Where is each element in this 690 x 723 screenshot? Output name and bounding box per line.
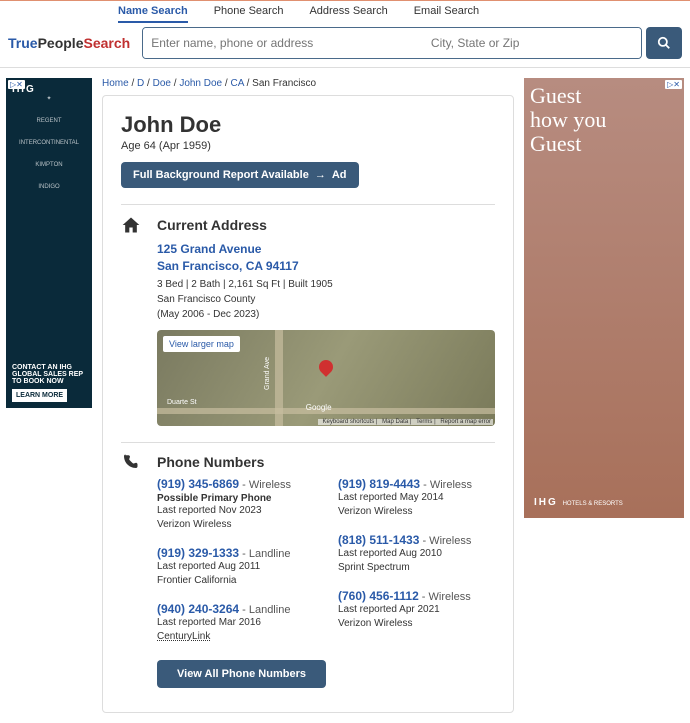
site-logo[interactable]: TruePeopleSearch <box>8 35 130 51</box>
phone-item: (919) 345-6869 - Wireless Possible Prima… <box>157 477 314 532</box>
search-input-term[interactable] <box>143 28 422 58</box>
phone-item: (940) 240-3264 - Landline Last reported … <box>157 602 314 644</box>
phone-item: (818) 511-1433 - Wireless Last reported … <box>338 533 495 575</box>
adchoices-icon[interactable]: ▷✕ <box>665 80 682 89</box>
person-card: John Doe Age 64 (Apr 1959) Full Backgrou… <box>102 95 514 713</box>
breadcrumb: Home / D / Doe / John Doe / CA / San Fra… <box>102 78 514 89</box>
tab-phone-search[interactable]: Phone Search <box>214 1 284 23</box>
adchoices-icon[interactable]: ▷✕ <box>8 80 25 89</box>
ad-right[interactable]: ▷✕ Guest how you Guest IHG HOTELS & RESO… <box>524 78 684 518</box>
tab-email-search[interactable]: Email Search <box>414 1 479 23</box>
view-all-phones-button[interactable]: View All Phone Numbers <box>157 660 326 688</box>
phone-item: (919) 819-4443 - Wireless Last reported … <box>338 477 495 519</box>
person-age: Age 64 (Apr 1959) <box>121 140 495 152</box>
phone-item: (919) 329-1333 - Landline Last reported … <box>157 546 314 588</box>
phone-item: (760) 456-1112 - Wireless Last reported … <box>338 589 495 631</box>
search-button[interactable] <box>646 27 682 59</box>
address-line1[interactable]: 125 Grand Avenue <box>157 241 495 258</box>
section-title-phones: Phone Numbers <box>157 454 264 470</box>
address-line2[interactable]: San Francisco, CA 94117 <box>157 258 495 275</box>
background-report-button[interactable]: Full Background Report Available → Ad <box>121 162 359 188</box>
person-name: John Doe <box>121 112 495 138</box>
search-icon <box>657 36 671 50</box>
search-tabs: Name Search Phone Search Address Search … <box>0 1 690 23</box>
map-embed[interactable]: Grand Ave Duarte St View larger map Goog… <box>157 330 495 426</box>
tab-name-search[interactable]: Name Search <box>118 1 188 23</box>
ad-learn-more-button[interactable]: LEARN MORE <box>12 389 67 402</box>
ad-left[interactable]: ▷✕ IHG ✦ REGENT INTERCONTINENTAL KIMPTON… <box>6 78 92 408</box>
house-icon <box>121 215 143 235</box>
map-pin-icon <box>316 357 336 377</box>
search-input-location[interactable] <box>422 28 641 58</box>
view-larger-map-button[interactable]: View larger map <box>163 336 240 352</box>
arrow-right-icon: → <box>315 169 326 181</box>
section-title-address: Current Address <box>157 217 267 233</box>
search-box <box>142 27 642 59</box>
tab-address-search[interactable]: Address Search <box>309 1 387 23</box>
phone-icon <box>121 453 143 471</box>
